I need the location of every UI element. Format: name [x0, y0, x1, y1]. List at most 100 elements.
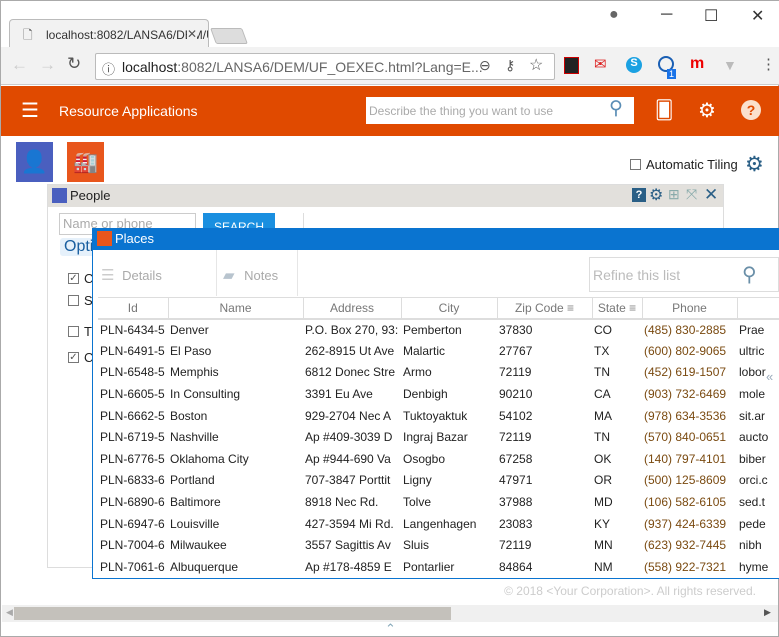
details-icon: ☰	[101, 267, 115, 284]
table-row[interactable]: PLN-6776-5 Oklahoma City Ap #944-690 Va Oso…	[98, 448, 779, 470]
table-cell: Ingraj Bazar	[403, 430, 468, 445]
places-title: Places	[115, 231, 155, 246]
table-cell: biber	[739, 451, 766, 466]
browser-tab[interactable]: localhost:8082/LANSA6/DEM/UF_OEXEC.html?…	[9, 19, 209, 47]
people-tile[interactable]: 👤	[16, 142, 53, 182]
table-row[interactable]: PLN-6605-5 In Consulting 3391 Eu Ave Denbig…	[98, 383, 779, 405]
window-help-icon[interactable]: ?	[632, 188, 646, 202]
table-cell: Tuktoyaktuk	[403, 408, 468, 423]
column-header[interactable]: Phone	[642, 297, 738, 320]
column-header[interactable]: Name	[168, 297, 304, 320]
automatic-tiling-checkbox[interactable]	[630, 159, 641, 170]
refine-search-icon[interactable]: ⚲	[742, 262, 757, 287]
column-menu-icon[interactable]: ≡	[626, 301, 636, 315]
m-extension-icon[interactable]: m	[690, 55, 704, 73]
table-cell: (106) 582-6105	[644, 495, 727, 510]
table-cell: Portland	[170, 473, 215, 488]
scroll-right-icon[interactable]: ▶	[764, 607, 771, 618]
star-icon[interactable]: ☆	[529, 55, 543, 75]
app-title: Resource Applications	[59, 103, 198, 119]
expand-icon[interactable]: ⤧	[686, 186, 697, 203]
column-header-label: Id	[127, 300, 138, 315]
key-icon[interactable]: ⚷	[505, 57, 515, 74]
table-row[interactable]: PLN-6719-5 Nashville Ap #409-3039 D Ingraj …	[98, 426, 779, 448]
column-header[interactable]: Id	[98, 297, 169, 320]
places-tile[interactable]: 🏭	[67, 142, 104, 182]
details-button[interactable]: ☰ Details	[93, 250, 217, 296]
horizontal-scrollbar[interactable]: ◀ ▶	[2, 605, 778, 622]
table-cell: Osogbo	[403, 451, 446, 466]
tile-icon[interactable]: ⊞	[668, 186, 680, 203]
pdf-extension-icon[interactable]	[564, 57, 579, 74]
skype-extension-icon[interactable]: S	[626, 57, 642, 73]
table-row[interactable]: PLN-6890-6 Baltimore 8918 Nec Rd. Tolve 3798…	[98, 491, 779, 513]
table-cell: Ap #178-4859 E	[305, 559, 392, 574]
table-row[interactable]: PLN-7061-6 Albuquerque Ap #178-4859 E Ponta…	[98, 556, 779, 578]
column-menu-icon[interactable]: ≡	[564, 301, 574, 315]
table-cell: Oklahoma City	[170, 451, 249, 466]
column-header[interactable]: Zip Code ≡	[497, 297, 593, 320]
table-cell: TN	[594, 365, 610, 380]
people-titlebar[interactable]: People ? ⚙ ⊞ ⤧ ✕	[48, 185, 723, 207]
option-checkbox[interactable]: ✓	[68, 352, 79, 363]
table-cell: hyme	[739, 559, 769, 574]
table-cell: PLN-6662-5	[100, 408, 165, 423]
mail-extension-icon[interactable]: ✉	[594, 55, 607, 73]
scroll-left-icon[interactable]: ◀	[6, 607, 13, 618]
tiling-settings-icon[interactable]: ⚙	[745, 152, 764, 177]
table-row[interactable]: PLN-6662-5 Boston 929-2704 Nec A Tuktoyaktu…	[98, 405, 779, 427]
table-cell: (937) 424-6339	[644, 516, 727, 531]
menu-icon[interactable]: ⋮	[761, 55, 776, 73]
notes-button[interactable]: ▰ Notes	[217, 250, 298, 296]
zoom-icon[interactable]: ⊖	[479, 57, 491, 74]
option-checkbox[interactable]	[68, 295, 79, 306]
close-window-button[interactable]: ✕	[751, 6, 764, 26]
new-tab-button[interactable]	[210, 28, 248, 44]
forward-icon[interactable]: →	[39, 55, 56, 75]
cards-icon[interactable]: 🂠	[655, 100, 673, 121]
places-titlebar[interactable]: Places	[93, 228, 779, 250]
collapse-side-icon[interactable]: «	[766, 369, 773, 384]
window-settings-icon[interactable]: ⚙	[649, 185, 663, 205]
settings-icon[interactable]: ⚙	[698, 98, 716, 123]
table-cell: Pemberton	[403, 322, 462, 337]
table-row[interactable]: PLN-6491-5 El Paso 262-8915 Ut Ave Malartic…	[98, 340, 779, 362]
minimize-button[interactable]: ─	[661, 6, 672, 24]
table-cell: 72119	[499, 365, 532, 380]
table-row[interactable]: PLN-6833-6 Portland 707-3847 Porttit Ligny 4…	[98, 470, 779, 492]
table-cell: (500) 125-8609	[644, 473, 727, 488]
browser-tab-strip: localhost:8082/LANSA6/DEM/UF_OEXEC.html?…	[1, 1, 779, 47]
hamburger-icon[interactable]: ☰	[21, 98, 39, 123]
column-header[interactable]: Address	[303, 297, 402, 320]
scroll-up-chevron-icon[interactable]: ⌃	[385, 621, 396, 637]
maximize-button[interactable]: ☐	[704, 6, 718, 26]
options-label: Opti	[64, 238, 94, 255]
table-row[interactable]: PLN-6548-5 Memphis 6812 Donec Stre Armo 7211…	[98, 362, 779, 384]
scrollbar-thumb[interactable]	[14, 607, 451, 620]
table-cell: 6812 Donec Stre	[305, 365, 396, 380]
table-cell: Denbigh	[403, 387, 448, 402]
column-header[interactable]: State ≡	[592, 297, 643, 320]
back-icon[interactable]: ←	[11, 55, 28, 75]
app-search-input[interactable]: Describe the thing you want to use ⚲	[366, 97, 634, 124]
table-cell: PLN-7004-6	[100, 538, 165, 553]
tab-close-icon[interactable]: ✕	[187, 27, 198, 41]
column-header[interactable]: City	[401, 297, 498, 320]
option-checkbox[interactable]	[68, 326, 79, 337]
close-icon[interactable]: ✕	[704, 185, 718, 205]
filter-extension-icon[interactable]: ▼	[723, 57, 737, 73]
help-icon[interactable]: ?	[741, 100, 761, 120]
column-header[interactable]	[737, 297, 779, 320]
search-icon[interactable]: ⚲	[609, 97, 623, 120]
table-row[interactable]: PLN-7004-6 Milwaukee 3557 Sagittis Av Sluis…	[98, 534, 779, 556]
profile-icon[interactable]: ●	[609, 6, 619, 24]
column-header-label: Name	[219, 300, 252, 315]
table-row[interactable]: PLN-6434-5 Denver P.O. Box 270, 93: Pembert…	[98, 319, 779, 341]
option-checkbox[interactable]: ✓	[68, 273, 79, 284]
table-cell: 37830	[499, 322, 533, 337]
reload-icon[interactable]: ↻	[67, 54, 81, 74]
details-label: Details	[122, 268, 162, 283]
table-row[interactable]: PLN-6947-6 Louisville 427-3594 Mi Rd. Lange…	[98, 513, 779, 535]
table-cell: (570) 840-0651	[644, 430, 727, 445]
refine-list-input[interactable]: Refine this list ⚲	[589, 257, 779, 292]
